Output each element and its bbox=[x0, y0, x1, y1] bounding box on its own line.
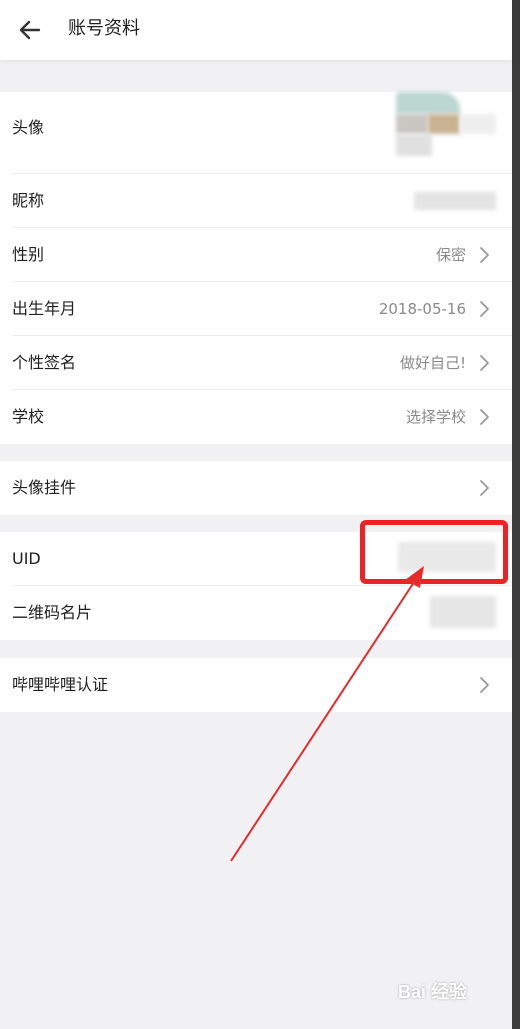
uid-label: UID bbox=[12, 549, 41, 568]
chevron-right-icon bbox=[480, 409, 489, 425]
avatar bbox=[396, 92, 496, 156]
pendant-group: 头像挂件 bbox=[0, 461, 512, 515]
profile-group: 头像 昵称 性别 保密 出生年月 2018-05-16 个性签名 做好自己! 学… bbox=[0, 92, 512, 444]
verify-row[interactable]: 哔哩哔哩认证 bbox=[0, 658, 512, 712]
right-edge-bar bbox=[512, 0, 520, 1029]
pendant-label: 头像挂件 bbox=[12, 478, 77, 497]
qrcode-row[interactable]: 二维码名片 bbox=[0, 586, 512, 640]
chevron-right-icon bbox=[480, 677, 489, 693]
verify-label: 哔哩哔哩认证 bbox=[12, 675, 109, 694]
gender-row[interactable]: 性别 保密 bbox=[0, 228, 512, 282]
page-title: 账号资料 bbox=[68, 18, 140, 39]
annotation-highlight-box bbox=[360, 520, 508, 584]
school-label: 学校 bbox=[12, 407, 45, 426]
signature-label: 个性签名 bbox=[12, 353, 77, 372]
verification-group: 哔哩哔哩认证 bbox=[0, 658, 512, 712]
nickname-row[interactable]: 昵称 bbox=[0, 174, 512, 228]
chevron-right-icon bbox=[480, 355, 489, 371]
signature-row[interactable]: 个性签名 做好自己! bbox=[0, 336, 512, 390]
signature-value: 做好自己! bbox=[399, 354, 466, 372]
back-arrow-icon[interactable] bbox=[12, 12, 48, 48]
nickname-label: 昵称 bbox=[12, 191, 45, 210]
chevron-right-icon bbox=[480, 480, 489, 496]
screen: 账号资料 头像 昵称 性别 保密 出生年月 2018-05-16 个性签名 做好… bbox=[0, 0, 512, 1029]
watermark-logo: Bai 经验 bbox=[398, 982, 468, 1002]
nickname-blurred-value bbox=[414, 192, 496, 210]
avatar-label: 头像 bbox=[12, 118, 45, 137]
chevron-right-icon bbox=[480, 301, 489, 317]
gender-value: 保密 bbox=[435, 246, 466, 264]
pendant-row[interactable]: 头像挂件 bbox=[0, 461, 512, 515]
qrcode-blurred-icon bbox=[430, 596, 496, 628]
top-bar: 账号资料 bbox=[0, 0, 512, 60]
chevron-right-icon bbox=[480, 247, 489, 263]
birth-row[interactable]: 出生年月 2018-05-16 bbox=[0, 282, 512, 336]
school-row[interactable]: 学校 选择学校 bbox=[0, 390, 512, 444]
birth-value: 2018-05-16 bbox=[378, 300, 466, 318]
birth-label: 出生年月 bbox=[12, 299, 77, 318]
avatar-row[interactable]: 头像 bbox=[0, 92, 512, 174]
gender-label: 性别 bbox=[12, 245, 45, 264]
school-value: 选择学校 bbox=[405, 408, 466, 426]
qrcode-label: 二维码名片 bbox=[12, 603, 93, 622]
